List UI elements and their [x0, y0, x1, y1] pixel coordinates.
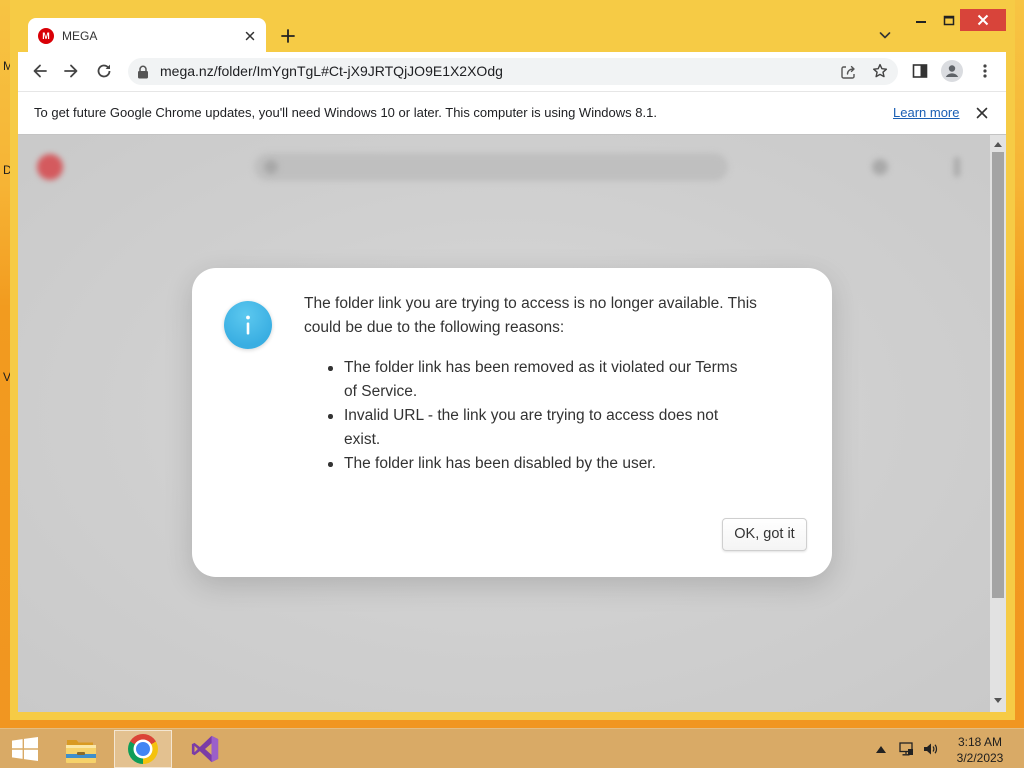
window-close-button[interactable]	[960, 9, 1006, 31]
clock-time: 3:18 AM	[957, 735, 1003, 749]
tab-search-chevron-icon[interactable]	[877, 27, 893, 43]
reason-item: Invalid URL - the link you are trying to…	[326, 404, 749, 452]
network-icon[interactable]	[898, 741, 914, 757]
page-menu-icon	[954, 157, 960, 177]
profile-icon[interactable]	[941, 60, 963, 82]
ok-got-it-button[interactable]: OK, got it	[722, 518, 807, 551]
scroll-down-arrow-icon[interactable]	[994, 698, 1002, 703]
address-bar[interactable]: mega.nz/folder/ImYgnTgL#Ct-jX9JRTQjJO9E1…	[128, 58, 898, 85]
web-page: The folder link you are trying to access…	[18, 135, 1006, 712]
taskbar-clock[interactable]: 3:18 AM 3/2/2023	[948, 734, 1012, 766]
page-overlay[interactable]: The folder link you are trying to access…	[18, 135, 990, 712]
infobar-close-icon[interactable]	[975, 106, 989, 120]
start-windows-icon[interactable]	[12, 737, 38, 761]
tab-close-icon[interactable]	[242, 28, 258, 44]
address-url[interactable]: mega.nz/folder/ImYgnTgL#Ct-jX9JRTQjJO9E1…	[160, 58, 503, 85]
minimize-button[interactable]	[907, 10, 935, 32]
search-icon	[264, 160, 278, 174]
scrollbar-thumb[interactable]	[992, 152, 1004, 598]
forward-icon[interactable]	[61, 61, 81, 81]
menu-icon[interactable]	[981, 63, 989, 79]
reason-item: The folder link has been removed as it v…	[326, 356, 749, 404]
visual-studio-icon[interactable]	[190, 734, 220, 764]
update-infobar: To get future Google Chrome updates, you…	[18, 91, 1006, 135]
file-explorer-icon[interactable]	[65, 735, 97, 765]
chrome-taskbar-button[interactable]	[114, 730, 172, 768]
learn-more-link[interactable]: Learn more	[893, 92, 959, 134]
dialog-message: The folder link you are trying to access…	[304, 295, 757, 336]
mega-favicon-icon: M	[38, 28, 54, 44]
link-unavailable-dialog: The folder link you are trying to access…	[192, 268, 832, 577]
chrome-icon-center	[136, 742, 150, 756]
chrome-window: M MEGA mega.nz/folder/ImYgnTgL#Ct-jX9JRT…	[10, 0, 1015, 720]
browser-toolbar: mega.nz/folder/ImYgnTgL#Ct-jX9JRTQjJO9E1…	[18, 52, 1006, 91]
clock-date: 3/2/2023	[956, 751, 1004, 765]
show-hidden-icons-icon[interactable]	[876, 746, 886, 753]
tab-title: MEGA	[62, 29, 98, 43]
maximize-button[interactable]	[935, 10, 963, 32]
new-tab-icon[interactable]	[278, 26, 298, 46]
reason-item: The folder link has been disabled by the…	[326, 452, 749, 476]
search-bar	[254, 153, 728, 181]
chrome-icon	[128, 734, 158, 764]
reasons-list: The folder link has been removed as it v…	[326, 356, 749, 476]
infobar-message: To get future Google Chrome updates, you…	[34, 105, 657, 120]
star-icon[interactable]	[872, 63, 888, 79]
scroll-up-arrow-icon[interactable]	[994, 142, 1002, 147]
side-panel-icon[interactable]	[912, 63, 928, 79]
taskbar: 3:18 AM 3/2/2023	[0, 728, 1024, 768]
volume-icon[interactable]	[922, 741, 938, 757]
reload-icon[interactable]	[94, 61, 114, 81]
share-icon[interactable]	[840, 64, 856, 80]
back-icon[interactable]	[30, 61, 50, 81]
info-icon	[224, 301, 272, 349]
tab-mega[interactable]: M MEGA	[28, 18, 266, 52]
page-scrollbar[interactable]	[990, 135, 1006, 712]
mega-logo-icon	[37, 154, 63, 180]
lock-icon[interactable]	[137, 65, 149, 79]
account-icon	[872, 159, 888, 175]
